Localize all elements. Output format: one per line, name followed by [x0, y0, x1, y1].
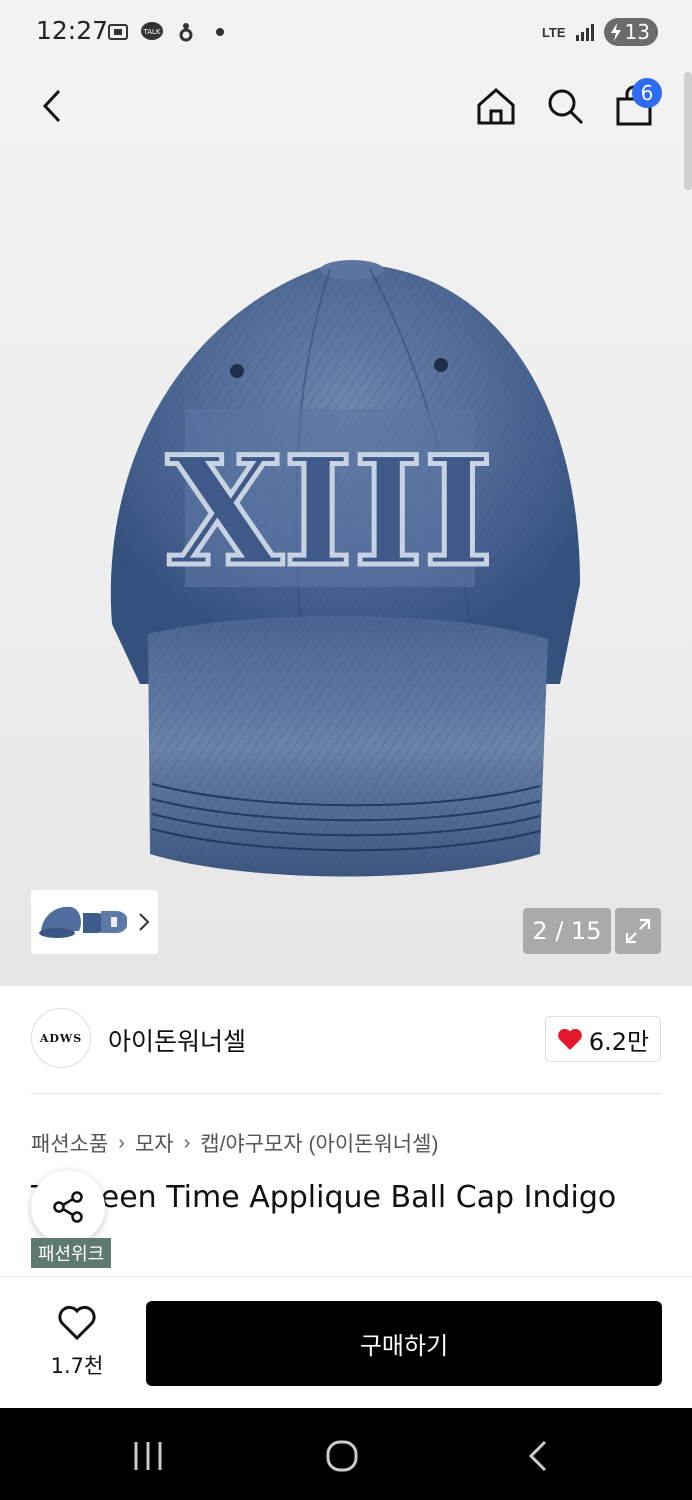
back-arrow-icon — [42, 89, 61, 123]
battery-level: 13 — [624, 20, 650, 44]
svg-text:XIII: XIII — [167, 424, 494, 600]
cart-button[interactable]: 6 — [610, 78, 662, 130]
status-right: LTE 13 — [542, 18, 658, 46]
image-counter: 2 / 15 — [523, 908, 611, 954]
share-icon — [53, 1191, 83, 1223]
battery-indicator: 13 — [603, 18, 658, 46]
fullscreen-button[interactable] — [615, 908, 661, 954]
back-chevron-icon — [528, 1440, 547, 1472]
product-gallery[interactable]: XIII — [0, 64, 692, 986]
system-navigation-bar — [0, 1408, 692, 1500]
back-button[interactable] — [30, 82, 78, 130]
thumbnail-strip[interactable] — [31, 890, 158, 954]
breadcrumb-item[interactable]: 패션소품 — [31, 1128, 108, 1158]
talk-icon: TALK — [141, 22, 163, 40]
recent-apps-icon — [134, 1442, 162, 1470]
event-tag: 패션위크 — [31, 1238, 112, 1268]
share-button[interactable] — [31, 1170, 105, 1244]
search-button[interactable] — [541, 82, 589, 130]
brand-name[interactable]: 아이돈워너셀 — [108, 1022, 246, 1058]
wishlist-button[interactable]: 1.7천 — [42, 1305, 112, 1380]
recent-apps-button[interactable] — [128, 1438, 168, 1474]
search-icon — [548, 89, 584, 125]
brand-logo[interactable]: ADWS — [31, 1008, 91, 1068]
chevron-right-icon — [139, 913, 150, 931]
breadcrumb-item[interactable]: 캡/야구모자 (아이돈워너셀) — [200, 1128, 438, 1158]
purchase-bar: 1.7천 구매하기 — [0, 1276, 692, 1408]
buy-button[interactable]: 구매하기 — [146, 1301, 662, 1386]
breadcrumb-item[interactable]: 모자 — [135, 1128, 174, 1158]
expand-icon — [625, 918, 651, 944]
applique-patch: XIII — [164, 409, 496, 603]
wishlist-count: 1.7천 — [50, 1354, 104, 1378]
home-icon — [477, 87, 515, 125]
status-bar: 12:27 TALK LTE 13 — [0, 0, 692, 64]
screenshot-icon — [108, 24, 128, 40]
brand-like-button[interactable]: 6.2만 — [545, 1016, 661, 1062]
home-button[interactable] — [472, 82, 520, 130]
product-image: XIII — [110, 260, 580, 877]
brand-row: ADWS 아이돈워너셀 6.2만 — [31, 1008, 661, 1070]
cart-count-badge: 6 — [632, 78, 662, 108]
home-circle-icon — [326, 1440, 358, 1472]
brand-like-count: 6.2만 — [588, 1027, 650, 1056]
notification-icons: TALK — [106, 20, 232, 44]
svg-text:TALK: TALK — [142, 28, 160, 36]
breadcrumb-separator-icon: › — [183, 1131, 191, 1154]
heart-outline-icon — [58, 1305, 96, 1341]
thumbnail-images — [39, 906, 127, 938]
back-system-button[interactable] — [518, 1438, 558, 1474]
product-title: Thirteen Time Applique Ball Cap Indigo — [31, 1180, 617, 1215]
heart-filled-icon — [558, 1028, 582, 1050]
home-system-button[interactable] — [322, 1438, 362, 1474]
network-label: LTE — [541, 24, 566, 40]
top-nav: 6 — [0, 64, 692, 154]
divider — [31, 1093, 661, 1094]
charging-icon — [610, 23, 621, 41]
status-time: 12:27 — [36, 16, 109, 45]
app-notification-icon — [179, 23, 193, 42]
breadcrumb-separator-icon: › — [118, 1131, 125, 1154]
signal-icon — [575, 24, 594, 41]
dot-icon — [216, 28, 224, 36]
breadcrumb: 패션소품 › 모자 › 캡/야구모자 (아이돈워너셀) — [31, 1128, 438, 1158]
